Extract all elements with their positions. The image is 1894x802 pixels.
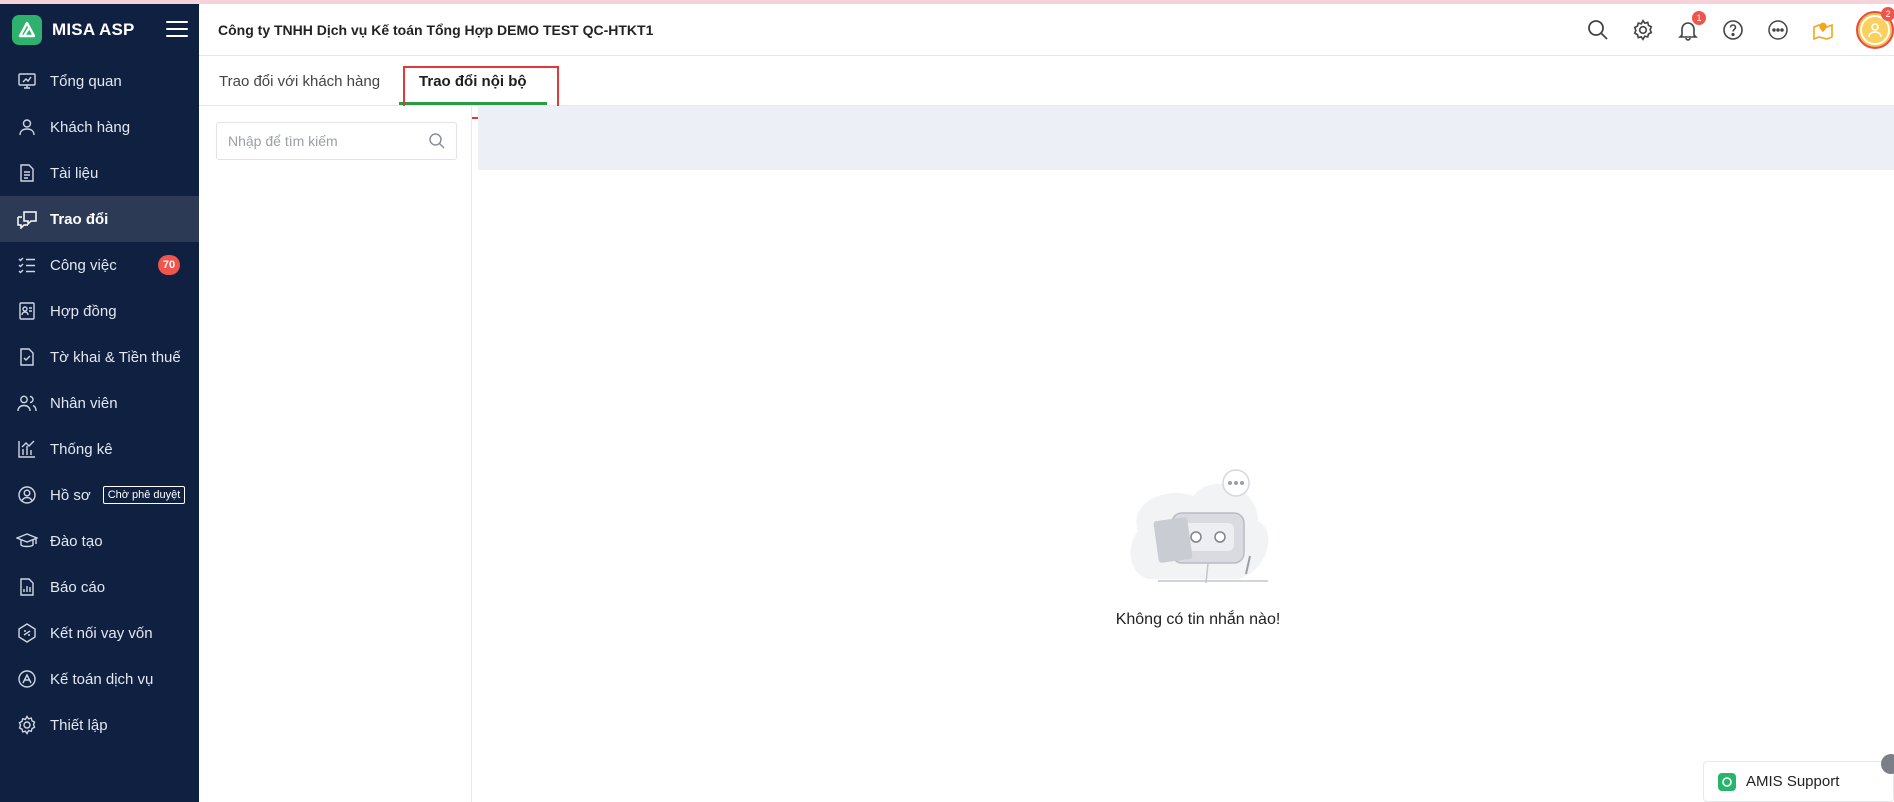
sidebar-nav: Tổng quan Khách hàng Tài liệu Trao đổi C… [0, 58, 199, 748]
sidebar-item-trao-doi[interactable]: Trao đổi [0, 196, 199, 242]
sidebar-item-label: Trao đổi [50, 210, 109, 228]
support-label: AMIS Support [1746, 773, 1840, 790]
support-icon [1718, 772, 1736, 791]
sidebar-item-label: Hồ sơ [50, 486, 91, 504]
training-icon [16, 530, 38, 552]
sidebar-item-hop-dong[interactable]: Hợp đồng [0, 288, 199, 334]
sidebar-item-to-khai-tien-thue[interactable]: Tờ khai & Tiền thuế [0, 334, 199, 380]
search-input[interactable] [228, 133, 428, 149]
sidebar-item-cong-viec[interactable]: Công việc 70 [0, 242, 199, 288]
sidebar-item-label: Nhân viên [50, 394, 118, 412]
header-actions: 1 2 [1586, 4, 1894, 56]
sidebar-item-ho-so[interactable]: Hồ sơ Chờ phê duyệt [0, 472, 199, 518]
notification-badge: 1 [1692, 11, 1706, 25]
accounting-service-icon [16, 668, 38, 690]
search-field[interactable] [216, 122, 457, 160]
sidebar-item-label: Kết nối vay vốn [50, 624, 153, 642]
document-icon [16, 162, 38, 184]
sidebar-item-label: Hợp đồng [50, 302, 117, 320]
chat-icon [16, 208, 38, 230]
user-icon [16, 116, 38, 138]
close-icon[interactable] [1881, 754, 1894, 774]
sidebar-item-label: Thống kê [50, 440, 113, 458]
avatar-badge: 2 [1881, 7, 1894, 21]
loan-connect-icon [16, 622, 38, 644]
misa-logo-icon [12, 15, 42, 45]
sidebar-item-bao-cao[interactable]: Báo cáo [0, 564, 199, 610]
sidebar-item-label: Tờ khai & Tiền thuế [50, 348, 181, 366]
sidebar-item-tong-quan[interactable]: Tổng quan [0, 58, 199, 104]
sidebar-item-thong-ke[interactable]: Thống kê [0, 426, 199, 472]
statistics-icon [16, 438, 38, 460]
sidebar-item-ket-noi-vay-von[interactable]: Kết nối vay vốn [0, 610, 199, 656]
sidebar-item-label: Báo cáo [50, 578, 106, 596]
task-list-icon [16, 254, 38, 276]
sidebar-item-label: Thiết lập [50, 716, 108, 734]
bell-icon[interactable]: 1 [1676, 11, 1706, 42]
brand-name: MISA ASP [52, 20, 135, 39]
sidebar-item-label: Công việc [50, 256, 117, 274]
conversation-header-bar [478, 106, 1894, 170]
empty-state-message: Không có tin nhắn nào! [1115, 611, 1281, 628]
search-icon[interactable] [1586, 18, 1610, 42]
employees-icon [16, 392, 38, 414]
profile-icon [16, 484, 38, 506]
conversation-main: Không có tin nhắn nào! [478, 106, 1894, 802]
tab-customer-conversations[interactable]: Trao đổi với khách hàng [199, 57, 399, 105]
sidebar-item-ke-toan-dich-vu[interactable]: Kế toán dịch vụ [0, 656, 199, 702]
contract-icon [16, 300, 38, 322]
sidebar-item-khach-hang[interactable]: Khách hàng [0, 104, 199, 150]
dashboard-icon [16, 70, 38, 92]
sidebar-item-label: Tổng quan [50, 72, 122, 90]
sidebar-item-label: Tài liệu [50, 164, 99, 182]
sidebar: MISA ASP Tổng quan Khách hàng Tài liệu T… [0, 4, 199, 802]
help-icon[interactable] [1721, 18, 1745, 42]
menu-toggle-icon[interactable] [166, 21, 188, 39]
top-header: Công ty TNHH Dịch vụ Kế toán Tổng Hợp DE… [199, 4, 1894, 56]
search-icon[interactable] [428, 132, 446, 150]
report-icon [16, 576, 38, 598]
company-title[interactable]: Công ty TNHH Dịch vụ Kế toán Tổng Hợp DE… [218, 22, 653, 38]
more-icon[interactable] [1766, 18, 1790, 42]
sidebar-item-nhan-vien[interactable]: Nhân viên [0, 380, 199, 426]
amis-support-widget[interactable]: AMIS Support [1703, 754, 1894, 802]
settings-icon [16, 714, 38, 736]
tax-form-icon [16, 346, 38, 368]
map-pin-icon[interactable] [1811, 18, 1835, 42]
sidebar-item-tai-lieu[interactable]: Tài liệu [0, 150, 199, 196]
sidebar-item-label: Đào tạo [50, 532, 103, 550]
sidebar-item-label: Khách hàng [50, 118, 131, 136]
avatar[interactable]: 2 [1856, 7, 1894, 49]
gear-icon[interactable] [1631, 18, 1655, 42]
sidebar-item-thiet-lap[interactable]: Thiết lập [0, 702, 199, 748]
conversation-list-panel [199, 106, 472, 802]
sidebar-item-label: Kế toán dịch vụ [50, 670, 154, 688]
pending-approval-tag: Chờ phê duyệt [102, 486, 186, 504]
task-count-badge: 70 [158, 255, 180, 275]
sidebar-item-dao-tao[interactable]: Đào tạo [0, 518, 199, 564]
empty-chat-illustration [1118, 461, 1278, 591]
